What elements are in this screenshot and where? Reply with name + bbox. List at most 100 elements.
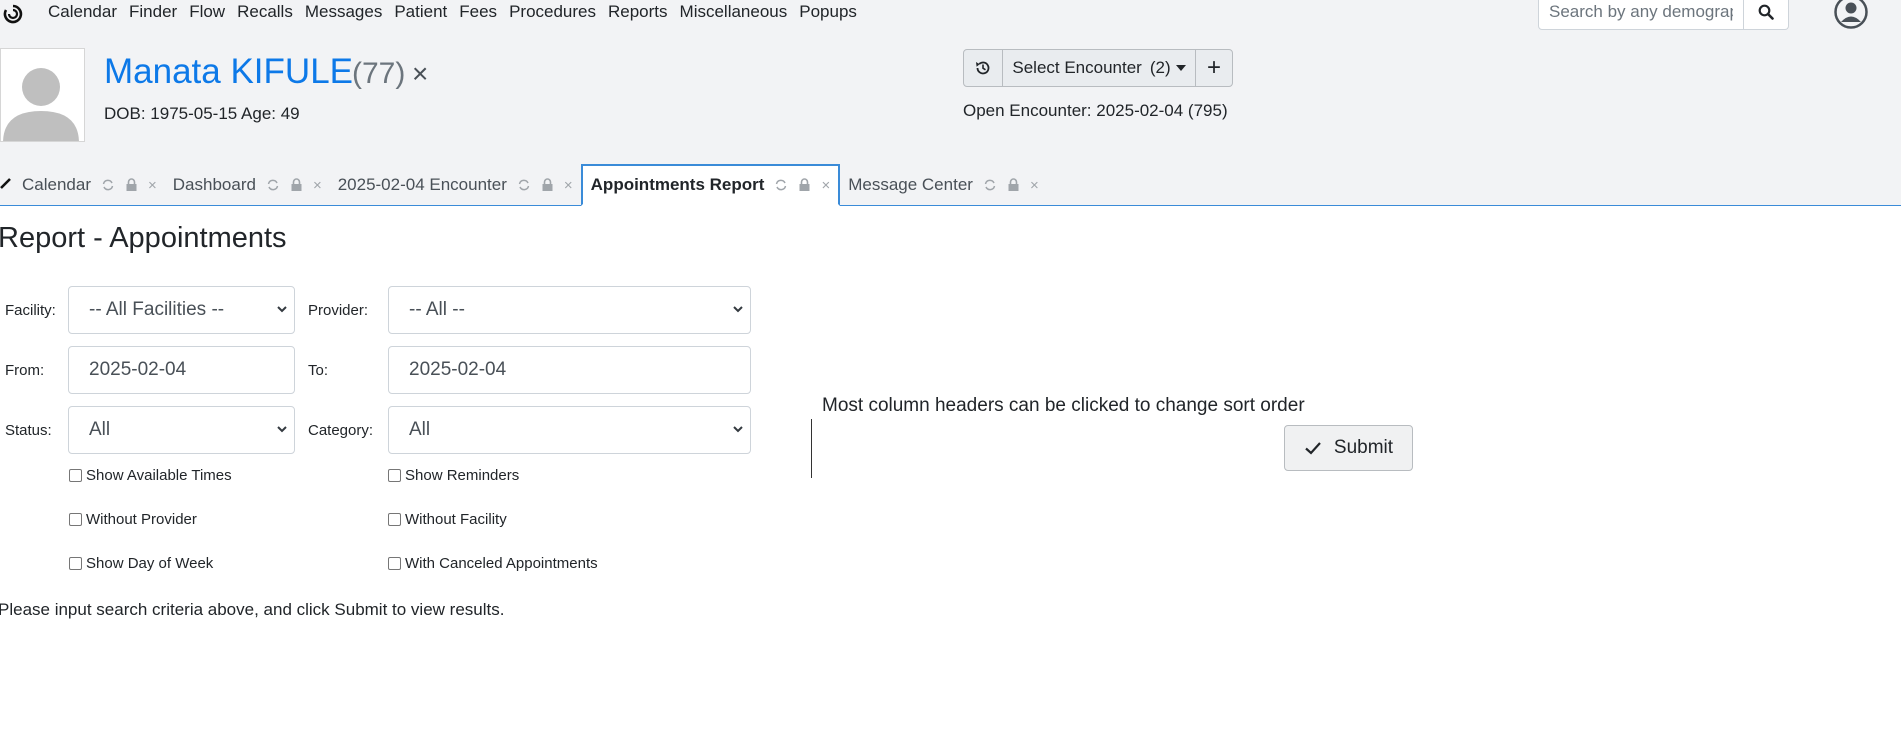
chevron-down-icon <box>733 426 743 433</box>
lock-icon[interactable] <box>541 178 554 192</box>
sort-hint: Most column headers can be clicked to ch… <box>822 395 1305 416</box>
submit-button[interactable]: Submit <box>1284 425 1413 471</box>
add-encounter-button[interactable]: + <box>1196 50 1232 86</box>
encounter-count: (2) <box>1149 58 1171 77</box>
chevron-down-icon <box>277 426 287 433</box>
chevron-down-icon <box>1175 65 1186 71</box>
chevron-down-icon <box>733 306 743 313</box>
close-tab-icon[interactable]: × <box>1030 177 1039 194</box>
close-tab-icon[interactable]: × <box>564 177 573 194</box>
from-date-value: 2025-02-04 <box>89 359 187 380</box>
show-reminders-checkbox[interactable]: Show Reminders <box>388 467 519 484</box>
provider-label: Provider: <box>308 302 369 319</box>
provider-select[interactable]: -- All -- <box>388 286 751 334</box>
tab-message-center[interactable]: Message Center × <box>840 165 1047 205</box>
refresh-icon[interactable] <box>101 178 115 192</box>
tab-bar: Calendar × Dashboard × 2025-02-04 Encoun… <box>0 164 1047 206</box>
to-date-value: 2025-02-04 <box>409 359 507 380</box>
patient-avatar <box>0 48 85 142</box>
app-logo-icon[interactable] <box>3 4 23 24</box>
chevron-down-icon <box>277 306 287 313</box>
select-encounter-label: Select Encounter <box>1012 58 1142 77</box>
checkbox-label: Show Available Times <box>86 467 232 484</box>
patient-search <box>1538 0 1789 30</box>
category-select[interactable]: All <box>388 406 751 454</box>
tab-encounter[interactable]: 2025-02-04 Encounter × <box>330 165 581 205</box>
refresh-icon[interactable] <box>774 178 788 192</box>
patient-age-badge: (77) <box>352 57 406 90</box>
category-label: Category: <box>308 422 374 439</box>
check-icon <box>1305 442 1321 455</box>
nav-calendar[interactable]: Calendar <box>48 0 117 26</box>
checkbox-box[interactable] <box>388 513 401 526</box>
checkbox-box[interactable] <box>69 469 82 482</box>
nav-popups[interactable]: Popups <box>799 0 857 26</box>
select-encounter-dropdown[interactable]: Select Encounter (2) <box>1003 50 1196 86</box>
lock-icon[interactable] <box>1007 178 1020 192</box>
checkbox-box[interactable] <box>69 557 82 570</box>
tab-label: Appointments Report <box>590 175 765 194</box>
facility-select[interactable]: -- All Facilities -- <box>68 286 295 334</box>
facility-value: -- All Facilities -- <box>89 299 225 320</box>
collapse-arrow-icon[interactable] <box>0 175 14 189</box>
tab-dashboard[interactable]: Dashboard × <box>165 165 330 205</box>
without-provider-checkbox[interactable]: Without Provider <box>69 511 197 528</box>
nav-miscellaneous[interactable]: Miscellaneous <box>680 0 788 26</box>
patient-dob: DOB: 1975-05-15 Age: 49 <box>104 104 300 123</box>
checkbox-label: With Canceled Appointments <box>405 555 598 572</box>
tab-calendar[interactable]: Calendar × <box>14 165 165 205</box>
nav-patient[interactable]: Patient <box>394 0 447 26</box>
patient-name[interactable]: Manata KIFULE <box>104 50 353 94</box>
encounter-button-group: Select Encounter (2) + <box>963 49 1233 87</box>
nav-finder[interactable]: Finder <box>129 0 177 26</box>
close-patient-icon[interactable]: × <box>412 56 428 92</box>
lock-icon[interactable] <box>798 178 811 192</box>
from-date-input[interactable]: 2025-02-04 <box>68 346 295 394</box>
lock-icon[interactable] <box>125 178 138 192</box>
status-value: All <box>89 419 111 440</box>
refresh-icon[interactable] <box>517 178 531 192</box>
nav-reports[interactable]: Reports <box>608 0 668 26</box>
nav-procedures[interactable]: Procedures <box>509 0 596 26</box>
user-account-icon[interactable] <box>1833 0 1869 30</box>
checkbox-label: Show Day of Week <box>86 555 214 572</box>
history-icon <box>976 61 990 75</box>
status-label: Status: <box>5 422 52 439</box>
status-select[interactable]: All <box>68 406 295 454</box>
with-canceled-checkbox[interactable]: With Canceled Appointments <box>388 555 598 572</box>
show-day-of-week-checkbox[interactable]: Show Day of Week <box>69 555 213 572</box>
submit-label: Submit <box>1333 437 1394 458</box>
nav-recalls[interactable]: Recalls <box>237 0 293 26</box>
tab-label: Message Center <box>848 175 973 194</box>
without-facility-checkbox[interactable]: Without Facility <box>388 511 507 528</box>
lock-icon[interactable] <box>290 178 303 192</box>
results-notice: Please input search criteria above, and … <box>0 600 505 619</box>
to-label: To: <box>308 362 329 379</box>
tab-label: Dashboard <box>172 175 256 194</box>
search-button[interactable] <box>1744 0 1789 30</box>
show-available-times-checkbox[interactable]: Show Available Times <box>69 467 232 484</box>
checkbox-box[interactable] <box>69 513 82 526</box>
checkbox-box[interactable] <box>388 469 401 482</box>
avatar-placeholder-icon <box>3 68 79 141</box>
facility-label: Facility: <box>5 302 56 319</box>
checkbox-box[interactable] <box>388 557 401 570</box>
close-tab-icon[interactable]: × <box>821 177 830 194</box>
refresh-icon[interactable] <box>266 178 280 192</box>
nav-fees[interactable]: Fees <box>459 0 497 26</box>
from-label: From: <box>5 362 45 379</box>
open-encounter-info: Open Encounter: 2025-02-04 (795) <box>963 101 1228 120</box>
encounter-history-button[interactable] <box>964 50 1003 86</box>
search-input[interactable] <box>1538 0 1744 30</box>
refresh-icon[interactable] <box>983 178 997 192</box>
tab-appointments-report[interactable]: Appointments Report × <box>580 164 841 206</box>
to-date-input[interactable]: 2025-02-04 <box>388 346 751 394</box>
close-tab-icon[interactable]: × <box>148 177 157 194</box>
page-title: Report - Appointments <box>0 222 287 254</box>
search-icon <box>1758 4 1774 20</box>
main-nav: Calendar Finder Flow Recalls Messages Pa… <box>48 0 869 26</box>
checkbox-label: Without Facility <box>405 511 507 528</box>
close-tab-icon[interactable]: × <box>313 177 322 194</box>
nav-messages[interactable]: Messages <box>305 0 382 26</box>
nav-flow[interactable]: Flow <box>189 0 225 26</box>
